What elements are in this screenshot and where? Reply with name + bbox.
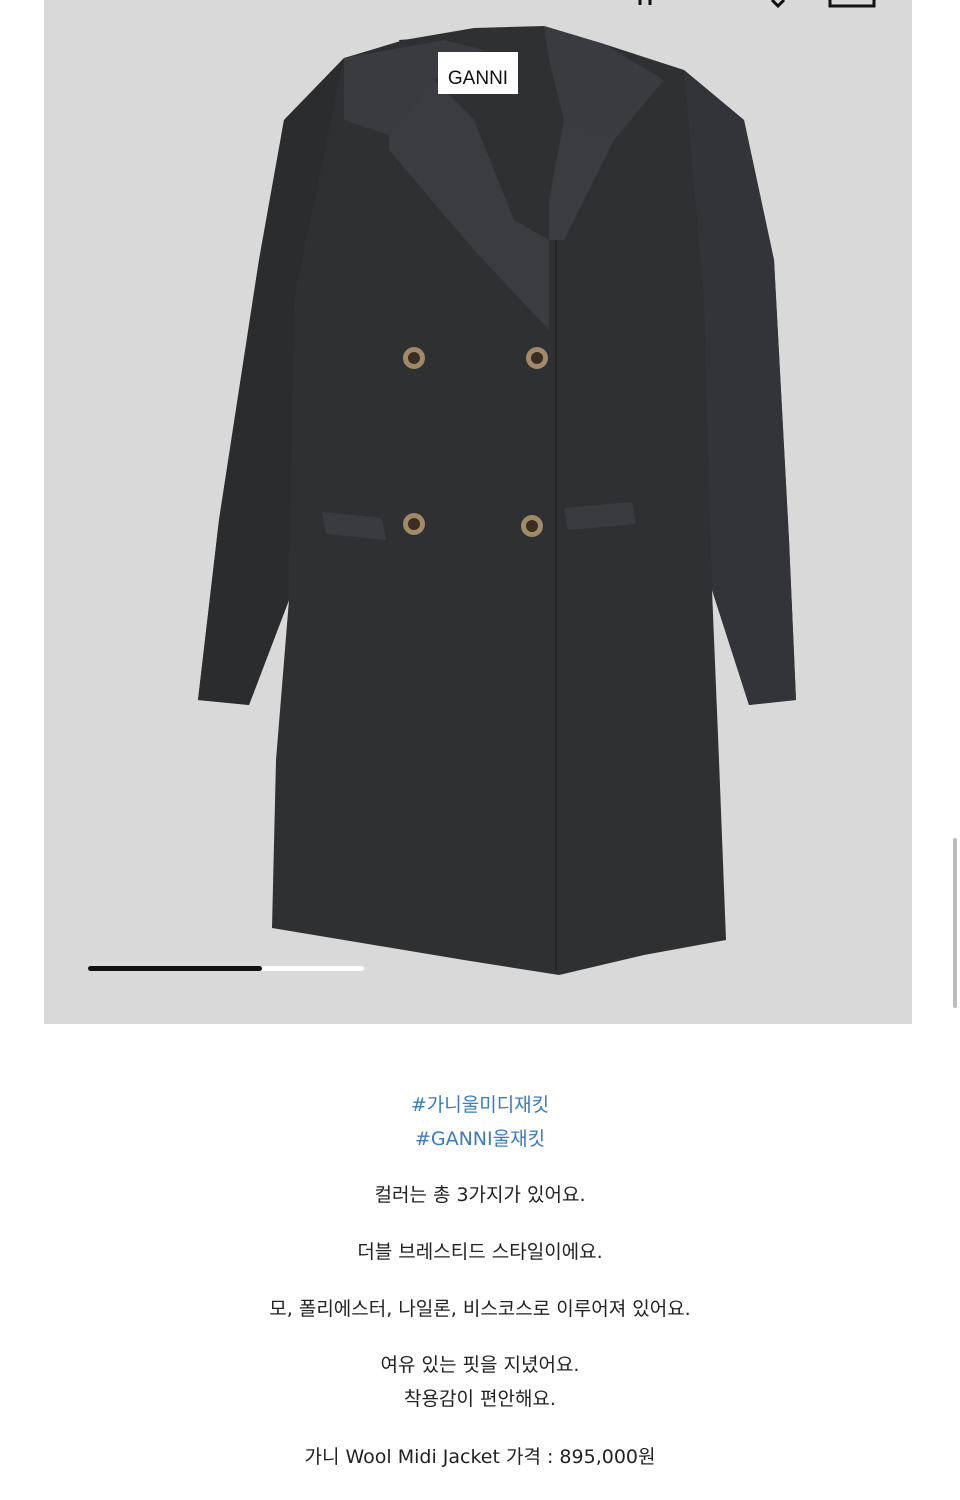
hashtag-link[interactable]: #GANNI울재킷	[0, 1130, 960, 1149]
page-scrollbar[interactable]	[953, 838, 957, 1008]
brand-label-text: GANNI	[448, 68, 508, 89]
description-line: 착용감이 편안해요.	[404, 1388, 556, 1410]
price-line: 가니 Wool Midi Jacket 가격 : 895,000원	[304, 1446, 656, 1468]
description-line: 더블 브레스티드 스타일이에요.	[357, 1241, 603, 1263]
coat-illustration: GANNI	[198, 0, 876, 975]
description-line: 컬러는 총 3가지가 있어요.	[374, 1184, 586, 1206]
image-carousel-indicator	[88, 966, 364, 971]
hashtag-link[interactable]: #가니울미디재킷	[0, 1096, 960, 1115]
product-image[interactable]: GANNI	[44, 0, 912, 1024]
description-line: 모, 폴리에스터, 나일론, 비스코스로 이루어져 있어요.	[269, 1298, 691, 1320]
description-line: 여유 있는 핏을 지녔어요.	[380, 1354, 580, 1376]
carousel-progress	[88, 966, 262, 971]
top-icons	[638, 0, 876, 9]
